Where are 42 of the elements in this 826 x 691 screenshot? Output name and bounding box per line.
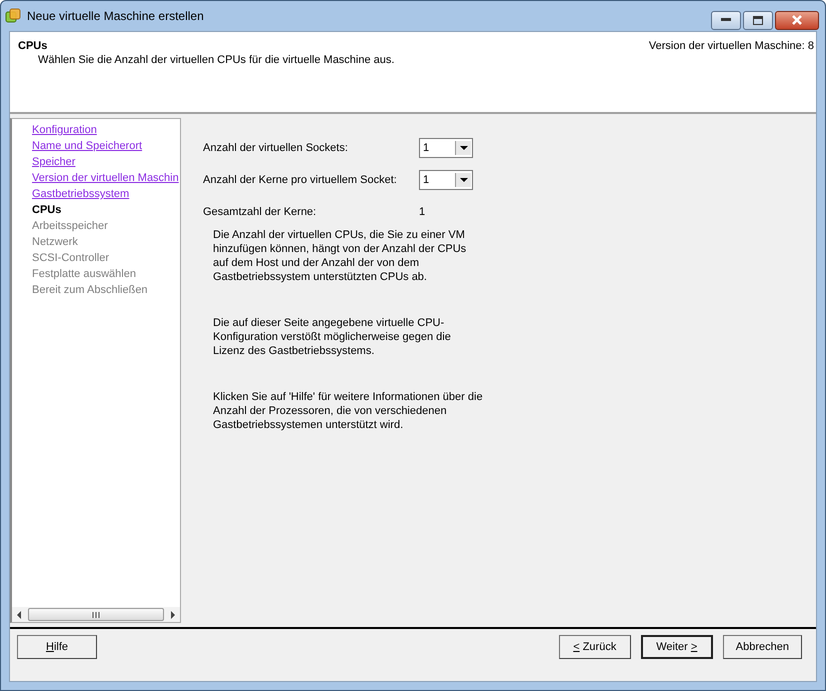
info-paragraph: Die Anzahl der virtuellen CPUs, die Sie zu einer VM hinzufügen können, hängt von der Anzahl der CPUs auf dem Host und der Anzahl der von dem Gastbetriebssystem unterstützten CPUs ab. <box>213 228 468 284</box>
wizard-button[interactable]: Abbrechen <box>722 635 802 659</box>
field-label: Anzahl der virtuellen Sockets: <box>203 142 349 154</box>
step-link[interactable]: Version der virtuellen Maschin <box>32 170 180 186</box>
info-paragraph: Klicken Sie auf 'Hilfe' für weitere Informationen über die Anzahl der Prozessoren, die von verschiedenen Gastbetriebssystemen unterstützt wird. <box>213 390 483 432</box>
pending-step: Arbeitsspeicher <box>32 218 180 234</box>
minimize-button[interactable] <box>711 10 741 30</box>
help-button[interactable]: Hilfe <box>17 635 97 659</box>
wizard-button[interactable]: Weiter > <box>640 635 713 659</box>
page-title: CPUs <box>18 40 48 52</box>
page-subtitle: Wählen Sie die Anzahl der virtuellen CPUs für die virtuelle Maschine aus. <box>37 54 394 66</box>
field-label: Anzahl der Kerne pro virtuellem Socket: <box>203 174 398 186</box>
dropdown-arrow-icon <box>460 178 468 182</box>
close-icon <box>791 15 803 25</box>
info-paragraph: Die auf dieser Seite angegebene virtuelle CPU-Konfiguration verstößt möglicherweise gegen die Lizenz des Gastbetriebssystems. <box>213 316 452 358</box>
core-count: 1 <box>419 206 426 218</box>
scroll-left-icon[interactable] <box>16 610 22 618</box>
horizontal-scrollbar[interactable] <box>12 607 180 622</box>
pending-step: Netzwerk <box>32 234 180 250</box>
step-link[interactable]: Gastbetriebssystem <box>32 186 180 202</box>
step-link[interactable]: Speicher <box>32 154 180 170</box>
pending-step: SCSI-Controller <box>32 250 180 266</box>
pending-step: Festplatte auswählen <box>32 266 180 282</box>
count-dropdown[interactable]: 1 <box>419 138 473 158</box>
wizard-button[interactable]: < Zurück <box>558 635 631 659</box>
current-step: CPUs <box>32 202 180 218</box>
step-link[interactable]: Name und Speicherort <box>32 138 180 154</box>
minimize-icon <box>721 18 731 22</box>
field-label: Gesamtzahl der Kerne: <box>203 206 318 218</box>
window-title: Neue virtuelle Maschine erstellen <box>27 9 204 23</box>
pending-step: Bereit zum Abschließen <box>32 282 180 298</box>
scroll-right-icon[interactable] <box>170 610 176 618</box>
app-icon <box>5 8 21 24</box>
close-button[interactable] <box>775 10 819 30</box>
maximize-icon <box>753 16 763 24</box>
grip-icon <box>92 612 100 618</box>
version-label: Version der virtuellen Maschine: 8 <box>648 40 815 54</box>
dropdown-arrow-icon <box>460 146 468 150</box>
scroll-thumb[interactable] <box>28 608 164 621</box>
count-dropdown[interactable]: 1 <box>419 170 473 190</box>
step-link[interactable]: Konfiguration <box>32 122 180 138</box>
maximize-button[interactable] <box>743 10 773 30</box>
